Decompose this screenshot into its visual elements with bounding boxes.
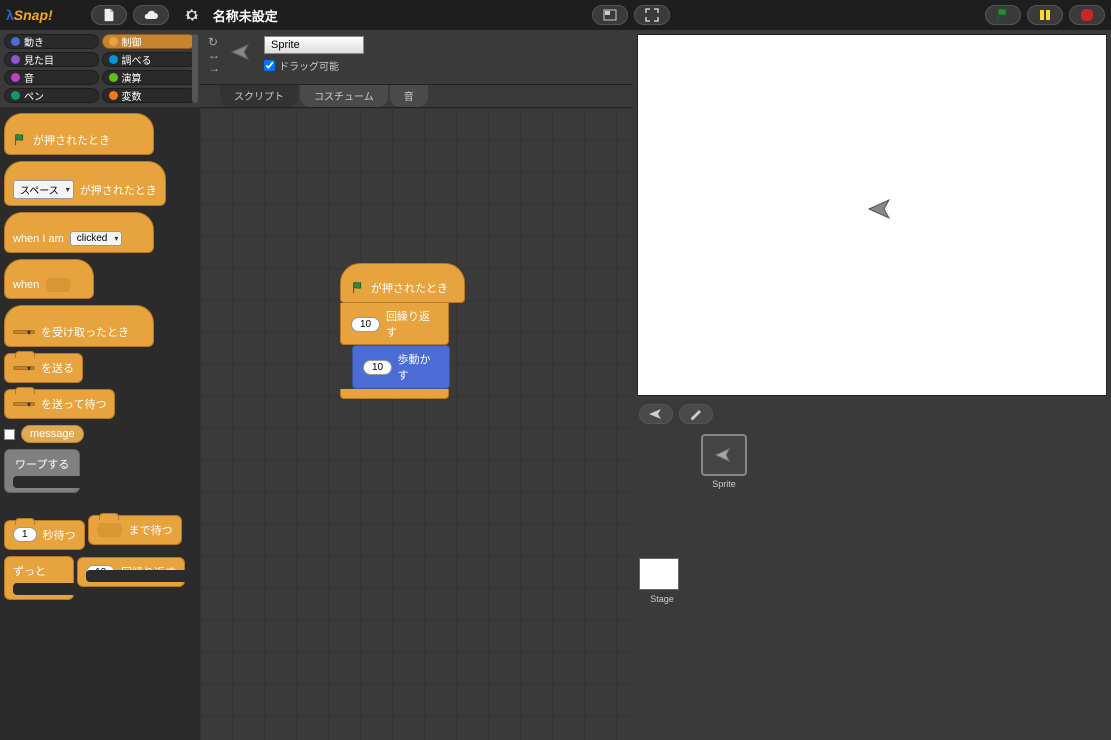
block-when-key-pressed[interactable]: スペース が押されたとき <box>4 161 166 206</box>
tab-sounds[interactable]: 音 <box>390 85 428 107</box>
category-variables[interactable]: 変数 <box>102 88 197 103</box>
tabs: スクリプト コスチューム 音 <box>200 85 633 107</box>
stop-button[interactable] <box>1069 5 1105 25</box>
draggable-checkbox-row[interactable]: ドラッグ可能 <box>264 58 364 73</box>
block-when-condition[interactable]: when <box>4 259 94 299</box>
move-value-input[interactable]: 10 <box>363 360 392 375</box>
sprite-corral: Sprite Stage <box>633 428 1111 740</box>
wait-until-input[interactable] <box>97 523 123 537</box>
block-repeat[interactable]: 10 回繰り返す <box>77 557 185 587</box>
scripts-canvas[interactable]: が押されたとき 10 回繰り返す 10 歩動かす <box>200 107 633 740</box>
project-name[interactable]: 名称未設定 <box>213 6 278 25</box>
green-flag-icon <box>351 281 365 295</box>
message-watcher-row[interactable]: message <box>4 425 196 443</box>
sprite-thumbnail[interactable]: Sprite <box>701 434 747 489</box>
rotation-360-icon[interactable]: ↻ <box>208 36 220 48</box>
block-wait[interactable]: 1 秒待つ <box>4 520 85 550</box>
category-pen[interactable]: ペン <box>4 88 99 103</box>
scripting-area: ↻ ↔ → ドラッグ可能 スクリプト コスチューム 音 <box>200 30 633 740</box>
palette-panel: 動き 制御 見た目 調べる 音 演算 ペン 変数 が押されたとき スペース が押… <box>0 30 200 740</box>
green-flag-button[interactable] <box>985 5 1021 25</box>
block-when-flag-clicked[interactable]: が押されたとき <box>4 113 154 155</box>
script-repeat[interactable]: 10 回繰り返す <box>340 303 449 345</box>
block-warp[interactable]: ワープする <box>4 449 80 493</box>
repeat-value-input[interactable]: 10 <box>351 317 380 332</box>
stage[interactable] <box>637 34 1107 396</box>
block-forever[interactable]: ずっと <box>4 556 74 600</box>
green-flag-icon <box>13 133 27 147</box>
sprite-bar: ↻ ↔ → ドラッグ可能 <box>200 30 633 85</box>
logo[interactable]: λSnap! <box>6 7 65 23</box>
category-scrollbar[interactable] <box>192 34 198 103</box>
category-motion[interactable]: 動き <box>4 34 99 49</box>
category-operators[interactable]: 演算 <box>102 70 197 85</box>
wait-secs-input[interactable]: 1 <box>13 527 37 542</box>
script-repeat-bottom[interactable] <box>340 389 449 399</box>
paint-sprite-button[interactable] <box>679 404 713 424</box>
hex-input[interactable] <box>45 278 71 292</box>
settings-icon[interactable] <box>183 6 201 24</box>
right-panel: Sprite Stage <box>633 30 1111 740</box>
category-looks[interactable]: 見た目 <box>4 52 99 67</box>
small-stage-button[interactable] <box>592 5 628 25</box>
block-when-receive[interactable]: を受け取ったとき <box>4 305 154 347</box>
new-sprite-arrow-button[interactable] <box>639 404 673 424</box>
category-sound[interactable]: 音 <box>4 70 99 85</box>
broadcast-wait-dropdown[interactable] <box>13 402 35 406</box>
message-reporter[interactable]: message <box>21 425 84 443</box>
sprite-direction-icon[interactable] <box>230 42 254 65</box>
broadcast-dropdown[interactable] <box>13 366 35 370</box>
pause-button[interactable] <box>1027 5 1063 25</box>
tab-costumes[interactable]: コスチューム <box>300 85 388 107</box>
block-when-i-am[interactable]: when I am clicked <box>4 212 154 253</box>
sprite-name-input[interactable] <box>264 36 364 54</box>
cloud-button[interactable] <box>133 5 169 25</box>
message-checkbox[interactable] <box>4 429 15 440</box>
category-selector: 動き 制御 見た目 調べる 音 演算 ペン 変数 <box>0 30 200 107</box>
stage-sprite-arrow[interactable] <box>867 197 895 224</box>
toolbar: λSnap! 名称未設定 <box>0 0 1111 30</box>
rotation-flip-icon[interactable]: ↔ <box>208 49 220 61</box>
rotation-style-buttons: ↻ ↔ → <box>208 36 220 74</box>
script-when-flag[interactable]: が押されたとき <box>340 263 465 303</box>
script-stack[interactable]: が押されたとき 10 回繰り返す 10 歩動かす <box>340 263 465 399</box>
draggable-checkbox[interactable] <box>264 60 275 71</box>
repeat-count-input[interactable]: 10 <box>86 565 115 580</box>
fullscreen-button[interactable] <box>634 5 670 25</box>
action-dropdown[interactable]: clicked <box>70 231 123 246</box>
key-dropdown[interactable]: スペース <box>13 180 74 199</box>
category-sensing[interactable]: 調べる <box>102 52 197 67</box>
palette-blocks: が押されたとき スペース が押されたとき when I am clicked w… <box>0 107 200 740</box>
block-wait-until[interactable]: まで待つ <box>88 515 182 545</box>
rotation-none-icon[interactable]: → <box>208 62 220 74</box>
tab-scripts[interactable]: スクリプト <box>220 85 298 107</box>
block-broadcast[interactable]: を送る <box>4 353 83 383</box>
message-dropdown[interactable] <box>13 330 35 334</box>
script-move[interactable]: 10 歩動かす <box>352 345 450 389</box>
category-control[interactable]: 制御 <box>102 34 197 49</box>
block-broadcast-wait[interactable]: を送って待つ <box>4 389 115 419</box>
corral-bar <box>633 400 1111 428</box>
stage-thumbnail[interactable]: Stage <box>639 558 685 604</box>
file-button[interactable] <box>91 5 127 25</box>
